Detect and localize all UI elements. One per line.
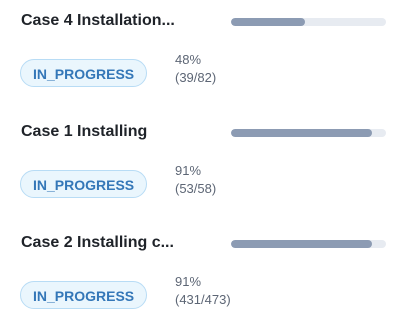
progress-bar <box>231 18 386 26</box>
status-badge: IN_PROGRESS <box>20 59 148 87</box>
case-item-1[interactable]: Case 1 Installing IN_PROGRESS 91% (53/58… <box>0 119 398 219</box>
case-item-4[interactable]: Case 4 Installation... IN_PROGRESS 48% (… <box>0 8 398 108</box>
progress-percent: 91% <box>175 274 202 289</box>
progress-count: (39/82) <box>175 70 217 85</box>
progress-percent: 48% <box>175 52 202 67</box>
case-title[interactable]: Case 1 Installing <box>21 121 147 143</box>
case-title[interactable]: Case 4 Installation... <box>21 10 175 32</box>
progress-count: (431/473) <box>175 292 231 307</box>
progress-bar <box>231 240 386 248</box>
progress-fill <box>231 18 306 26</box>
progress-bar <box>231 129 386 137</box>
progress-fill <box>231 129 373 137</box>
progress-fill <box>231 240 373 248</box>
progress-percent: 91% <box>175 163 202 178</box>
case-item-2[interactable]: Case 2 Installing c... IN_PROGRESS 91% (… <box>0 230 398 330</box>
status-badge: IN_PROGRESS <box>20 281 148 309</box>
case-progress-list: Case 4 Installation... IN_PROGRESS 48% (… <box>0 0 398 316</box>
progress-count: (53/58) <box>175 181 217 196</box>
status-badge: IN_PROGRESS <box>20 170 148 198</box>
case-title[interactable]: Case 2 Installing c... <box>21 232 174 254</box>
